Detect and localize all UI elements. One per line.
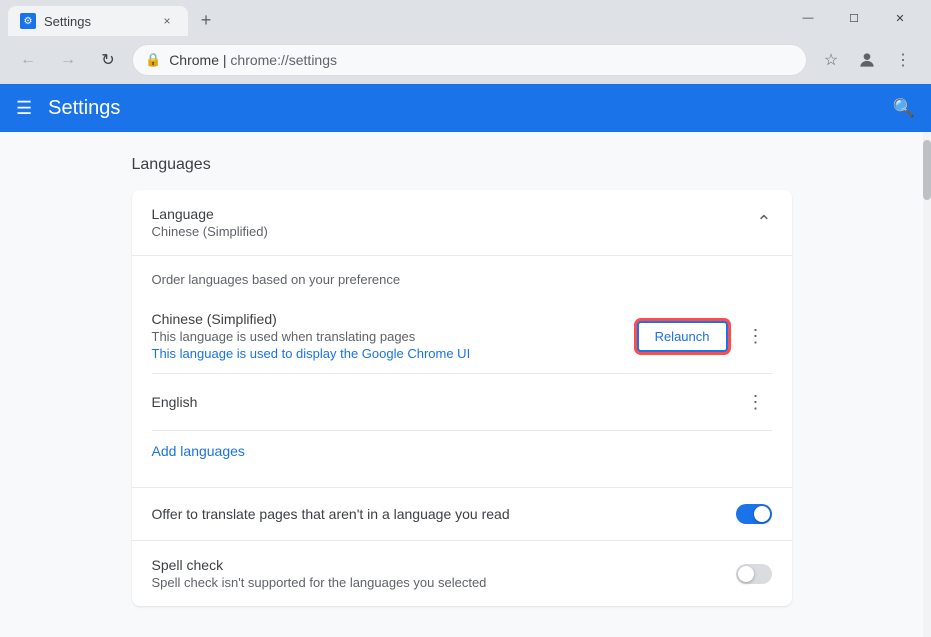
omnibox-url: chrome://settings: [230, 52, 337, 68]
app-header: ☰ Settings 🔍: [0, 84, 931, 132]
bookmark-button[interactable]: ☆: [815, 44, 847, 76]
scroll-area[interactable]: Languages Language Chinese (Simplified) …: [0, 132, 923, 637]
lang-info-chinese: Chinese (Simplified) This language is us…: [152, 311, 637, 361]
spellcheck-setting-label: Spell check: [152, 557, 736, 573]
lang-name-chinese: Chinese (Simplified): [152, 311, 637, 327]
new-tab-button[interactable]: +: [192, 6, 220, 34]
chevron-up-icon: ⌃: [756, 212, 771, 233]
languages-card: Language Chinese (Simplified) ⌃ Order la…: [132, 190, 792, 606]
scrollbar-track[interactable]: [923, 132, 931, 637]
search-icon[interactable]: 🔍: [893, 98, 915, 119]
language-item-chinese: Chinese (Simplified) This language is us…: [152, 299, 772, 374]
lang-ui-text-chinese: This language is used to display the Goo…: [152, 346, 637, 361]
tab-area: ⚙ Settings × +: [8, 0, 785, 36]
profile-button[interactable]: [851, 44, 883, 76]
add-languages-link[interactable]: Add languages: [152, 431, 772, 471]
title-bar: ⚙ Settings × + — ☐ ✕: [0, 0, 931, 36]
hamburger-icon[interactable]: ☰: [16, 98, 32, 119]
tab-favicon: ⚙: [20, 13, 36, 29]
tab-title: Settings: [44, 14, 150, 29]
address-bar: ← → ↻ 🔒 Chrome | chrome://settings ☆ ⋮: [0, 36, 931, 84]
chrome-menu-button[interactable]: ⋮: [887, 44, 919, 76]
translate-setting-row: Offer to translate pages that aren't in …: [132, 487, 792, 540]
maximize-button[interactable]: ☐: [831, 0, 877, 36]
omnibox-text: Chrome | chrome://settings: [169, 52, 794, 68]
card-header[interactable]: Language Chinese (Simplified) ⌃: [132, 190, 792, 256]
spellcheck-setting-row: Spell check Spell check isn't supported …: [132, 540, 792, 606]
minimize-button[interactable]: —: [785, 0, 831, 36]
languages-section: Languages Language Chinese (Simplified) …: [112, 156, 812, 637]
language-item-english: English ⋮: [152, 374, 772, 431]
card-body: Order languages based on your preference…: [132, 256, 792, 487]
relaunch-wrapper: Relaunch ⋮: [637, 320, 772, 352]
omnibox[interactable]: 🔒 Chrome | chrome://settings: [132, 44, 807, 76]
close-button[interactable]: ✕: [877, 0, 923, 36]
window-controls: — ☐ ✕: [785, 0, 923, 36]
lock-icon: 🔒: [145, 52, 161, 68]
translate-setting-info: Offer to translate pages that aren't in …: [152, 506, 736, 522]
order-languages-title: Order languages based on your preference: [152, 272, 772, 287]
reload-button[interactable]: ↻: [92, 44, 124, 76]
lang-name-english: English: [152, 394, 740, 410]
downloads-title: Downloads: [132, 622, 792, 637]
lang-info-english: English: [152, 394, 740, 410]
forward-button[interactable]: →: [52, 44, 84, 76]
omnibox-domain: Chrome: [169, 52, 219, 68]
relaunch-button[interactable]: Relaunch: [637, 321, 728, 352]
app-title: Settings: [48, 97, 876, 120]
card-header-subtitle: Chinese (Simplified): [152, 224, 757, 239]
spellcheck-setting-info: Spell check Spell check isn't supported …: [152, 557, 736, 590]
translate-setting-label: Offer to translate pages that aren't in …: [152, 506, 736, 522]
lang-desc-chinese: This language is used when translating p…: [152, 329, 637, 344]
spellcheck-toggle[interactable]: [736, 564, 772, 584]
card-header-label: Language: [152, 206, 757, 222]
scrollbar-thumb[interactable]: [923, 140, 931, 200]
address-actions: ☆ ⋮: [815, 44, 919, 76]
back-button[interactable]: ←: [12, 44, 44, 76]
spellcheck-setting-sublabel: Spell check isn't supported for the lang…: [152, 575, 736, 590]
chinese-more-button[interactable]: ⋮: [740, 320, 772, 352]
english-more-button[interactable]: ⋮: [740, 386, 772, 418]
settings-tab[interactable]: ⚙ Settings ×: [8, 6, 188, 36]
tab-close-button[interactable]: ×: [158, 12, 176, 30]
section-title: Languages: [132, 156, 792, 174]
card-header-text: Language Chinese (Simplified): [152, 206, 757, 239]
translate-toggle[interactable]: [736, 504, 772, 524]
main-content: Languages Language Chinese (Simplified) …: [0, 132, 931, 637]
